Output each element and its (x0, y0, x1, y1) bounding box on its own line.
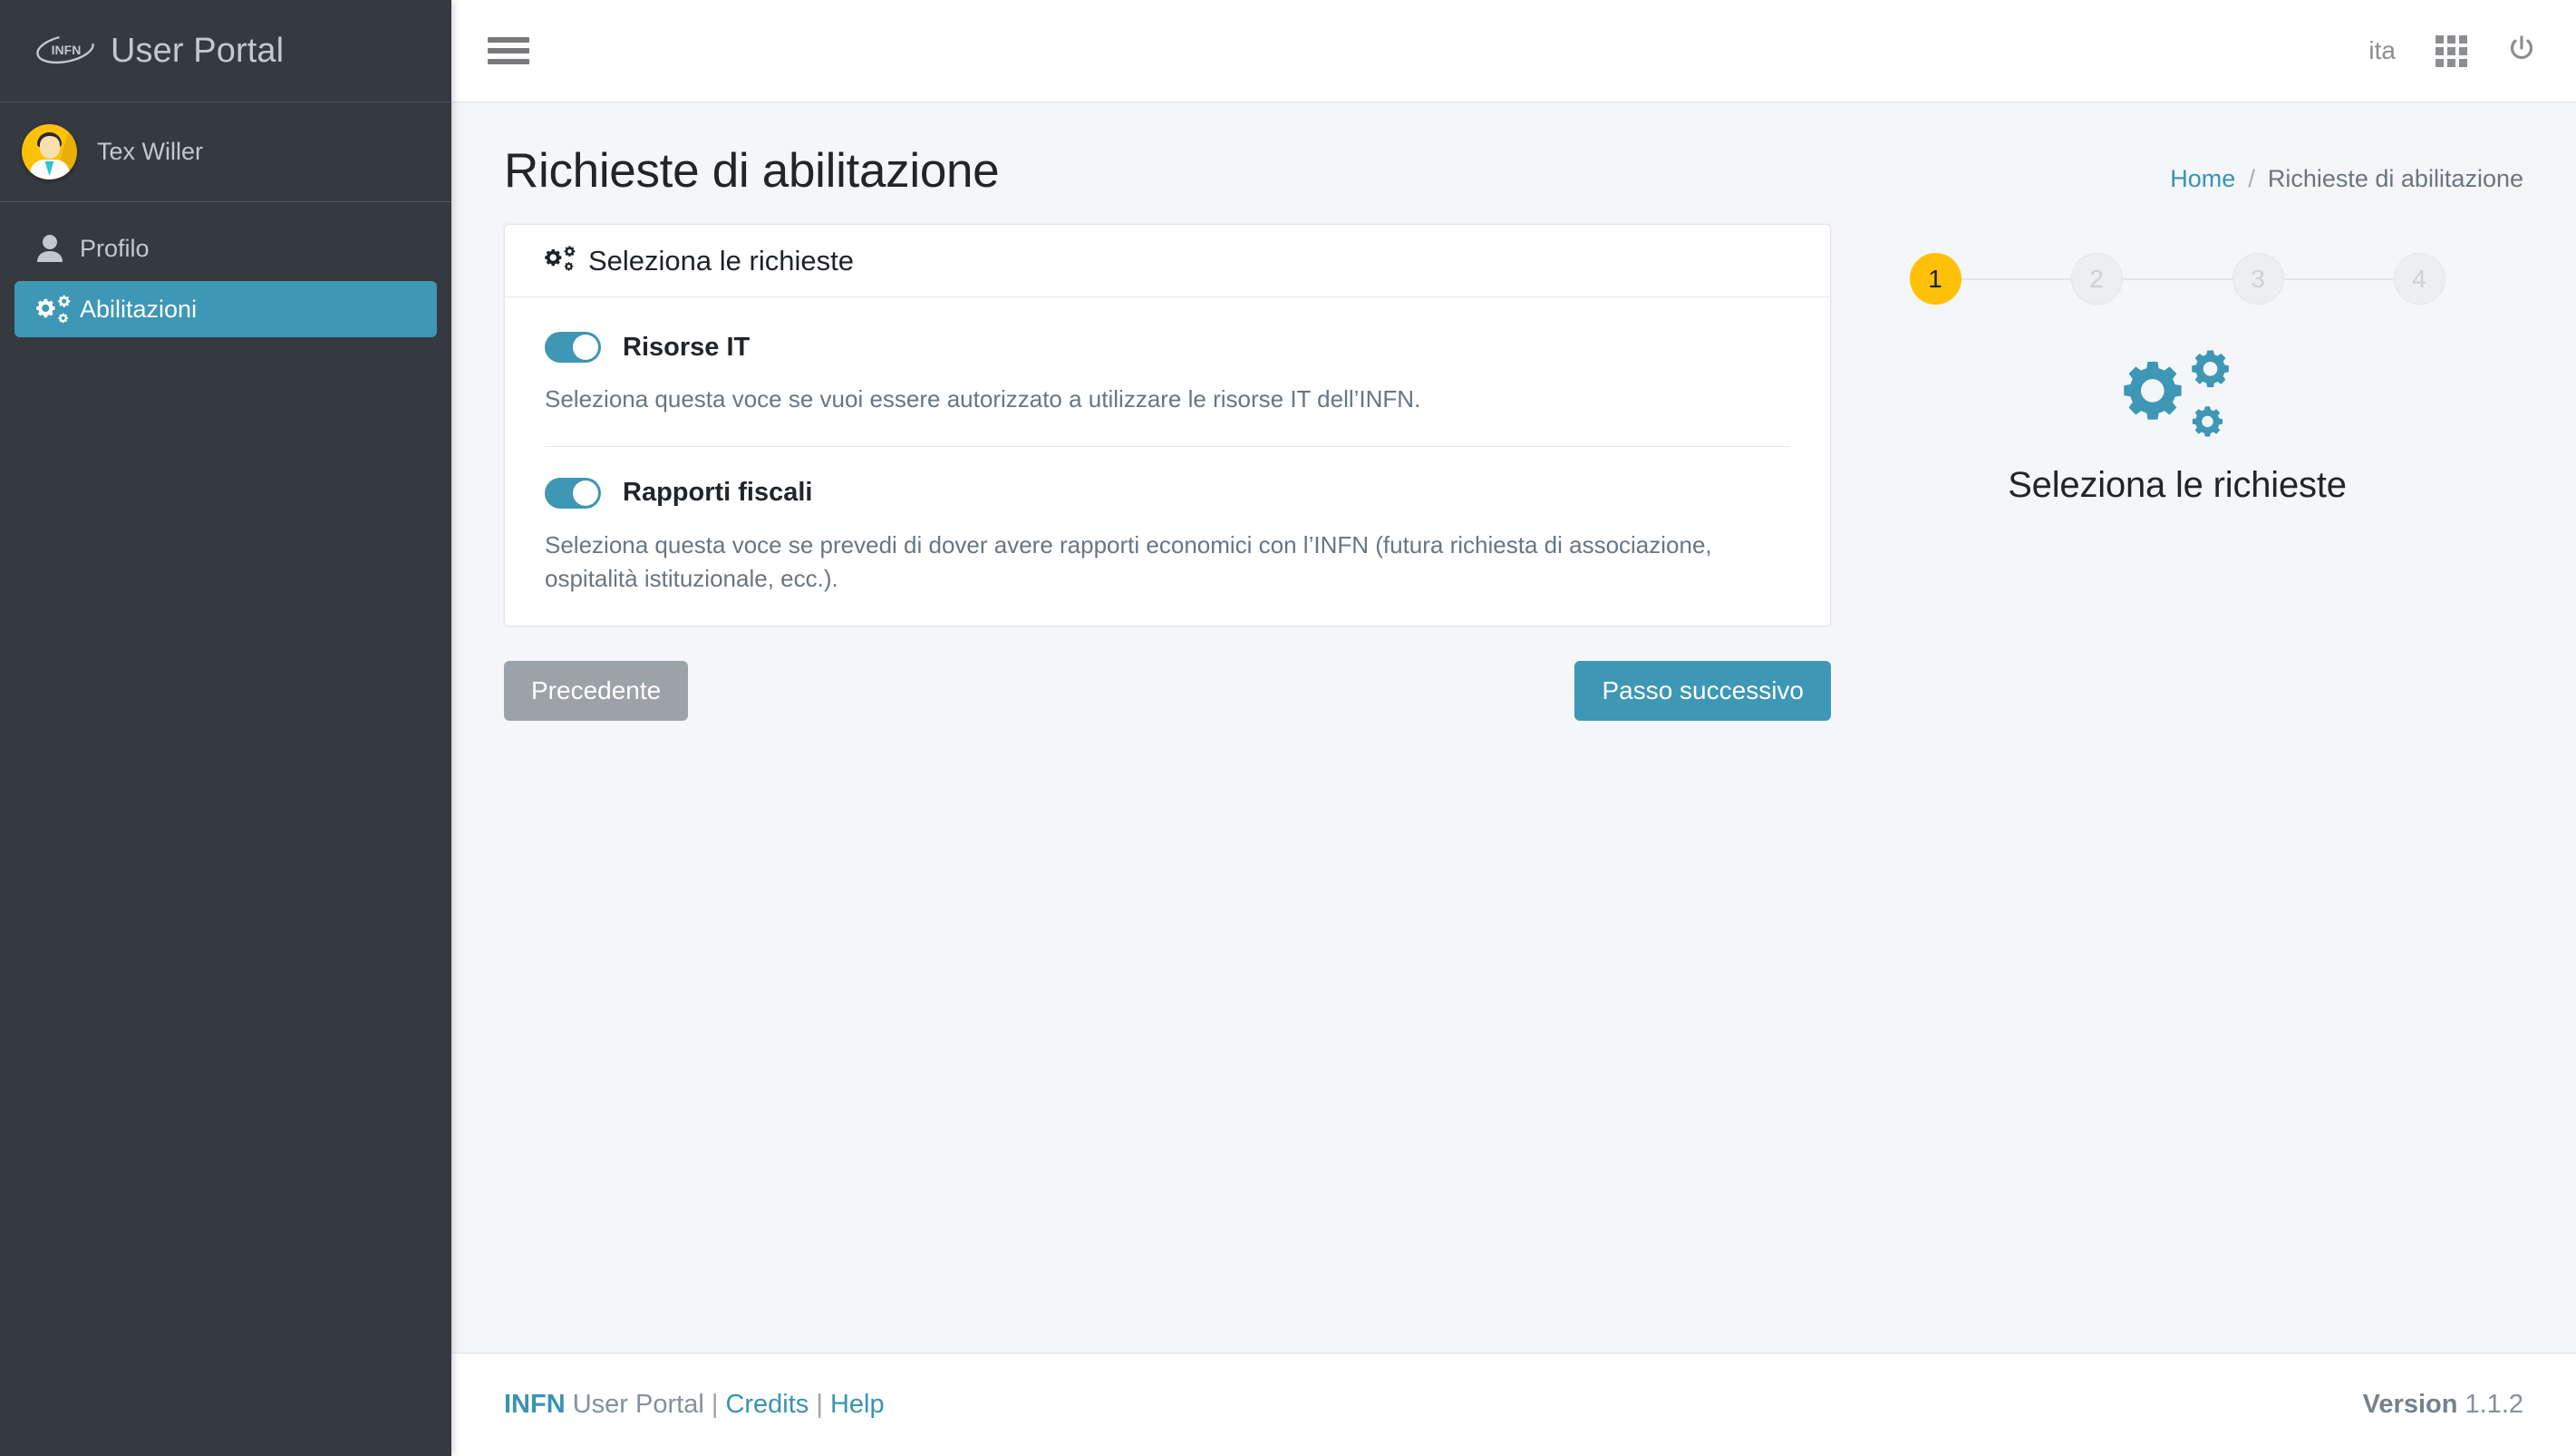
sidebar-brand[interactable]: INFN User Portal (0, 0, 451, 102)
step-node-3[interactable]: 3 (2232, 253, 2284, 305)
sidebar-user-panel[interactable]: Tex Willer (0, 102, 451, 202)
footer-brand-rest: User Portal (565, 1390, 712, 1419)
divider (545, 445, 1790, 447)
user-name: Tex Willer (97, 138, 204, 165)
sidebar-item-label: Abilitazioni (80, 295, 198, 323)
option-row: Rapporti fiscali (545, 477, 1790, 509)
footer-brand-bold: INFN (504, 1390, 566, 1419)
next-step-button[interactable]: Passo successivo (1574, 661, 1831, 722)
option-rapporti-fiscali: Rapporti fiscali Seleziona questa voce s… (545, 477, 1790, 597)
cogs-icon (545, 245, 576, 277)
stepper: 1 2 3 4 (1909, 253, 2445, 305)
language-selector[interactable]: ita (2368, 36, 2396, 65)
option-description: Seleziona questa voce se prevedi di dove… (545, 530, 1712, 593)
version-label: Version (2362, 1390, 2458, 1419)
footer-credits-link[interactable]: Credits (725, 1390, 809, 1419)
option-description: Seleziona questa voce se vuoi essere aut… (545, 385, 1421, 413)
option-row: Risorse IT (545, 332, 1790, 363)
footer-links: INFN User Portal | Credits | Help (504, 1390, 885, 1420)
footer-separator-2: | (816, 1390, 823, 1419)
sidebar-item-abilitazioni[interactable]: Abilitazioni (15, 281, 437, 337)
sidebar-nav: Profilo Abilitazioni (0, 202, 451, 337)
footer-separator-1: | (711, 1390, 719, 1419)
wizard-side-panel: 1 2 3 4 Seleziona le richieste (1831, 224, 2523, 721)
cogs-icon (36, 295, 71, 324)
footer: INFN User Portal | Credits | Help Versio… (451, 1353, 2576, 1456)
step-node-4[interactable]: 4 (2393, 253, 2445, 305)
option-label: Rapporti fiscali (623, 478, 813, 508)
breadcrumb-current: Richieste di abilitazione (2267, 165, 2523, 192)
breadcrumb-separator: / (2248, 165, 2255, 192)
sidebar-item-label: Profilo (80, 234, 150, 262)
step-node-1[interactable]: 1 (1909, 253, 1961, 305)
select-requests-card: Seleziona le richieste Risorse IT Selezi… (504, 224, 1831, 627)
card-body: Risorse IT Seleziona questa voce se vuoi… (505, 297, 1830, 626)
cogs-icon (2123, 348, 2232, 443)
version-value: 1.1.2 (2465, 1390, 2524, 1419)
footer-help-link[interactable]: Help (830, 1390, 885, 1419)
main-content: Richieste di abilitazione Home / Richies… (451, 102, 2576, 1353)
page-title: Richieste di abilitazione (504, 144, 1000, 198)
topbar: ita (451, 0, 2576, 102)
toggle-risorse-it[interactable] (545, 332, 601, 363)
hamburger-icon[interactable] (488, 37, 529, 64)
grid-apps-icon[interactable] (2436, 34, 2467, 67)
infn-ellipse-logo-icon: INFN (34, 25, 98, 72)
content-row: Seleziona le richieste Risorse IT Selezi… (451, 199, 2576, 722)
option-label: Risorse IT (623, 332, 751, 362)
user-icon (36, 234, 71, 263)
page-header: Richieste di abilitazione Home / Richies… (451, 102, 2576, 199)
footer-version: Version 1.1.2 (2363, 1390, 2523, 1420)
card-header-title: Seleziona le richieste (588, 244, 854, 277)
sidebar: INFN User Portal Tex Willer Profilo Abil… (0, 0, 451, 1456)
step-connector (1961, 277, 2071, 280)
brand-title: User Portal (111, 31, 285, 70)
left-column: Seleziona le richieste Risorse IT Selezi… (504, 224, 1831, 722)
power-icon[interactable] (2507, 34, 2536, 68)
sidebar-item-profilo[interactable]: Profilo (15, 220, 437, 277)
option-risorse-it: Risorse IT Seleziona questa voce se vuoi… (545, 332, 1790, 417)
avatar (22, 124, 77, 180)
step-caption: Seleziona le richieste (2008, 465, 2347, 505)
previous-button[interactable]: Precedente (504, 661, 689, 722)
svg-text:INFN: INFN (52, 43, 82, 57)
step-node-2[interactable]: 2 (2070, 253, 2123, 305)
step-connector (2122, 277, 2232, 280)
toggle-rapporti-fiscali[interactable] (545, 477, 601, 509)
step-connector (2283, 277, 2394, 280)
card-header: Seleziona le richieste (505, 225, 1830, 297)
wizard-buttons: Precedente Passo successivo (504, 661, 1831, 722)
breadcrumb: Home / Richieste di abilitazione (2170, 165, 2523, 193)
topbar-actions: ita (2368, 34, 2536, 68)
breadcrumb-home[interactable]: Home (2170, 165, 2235, 193)
